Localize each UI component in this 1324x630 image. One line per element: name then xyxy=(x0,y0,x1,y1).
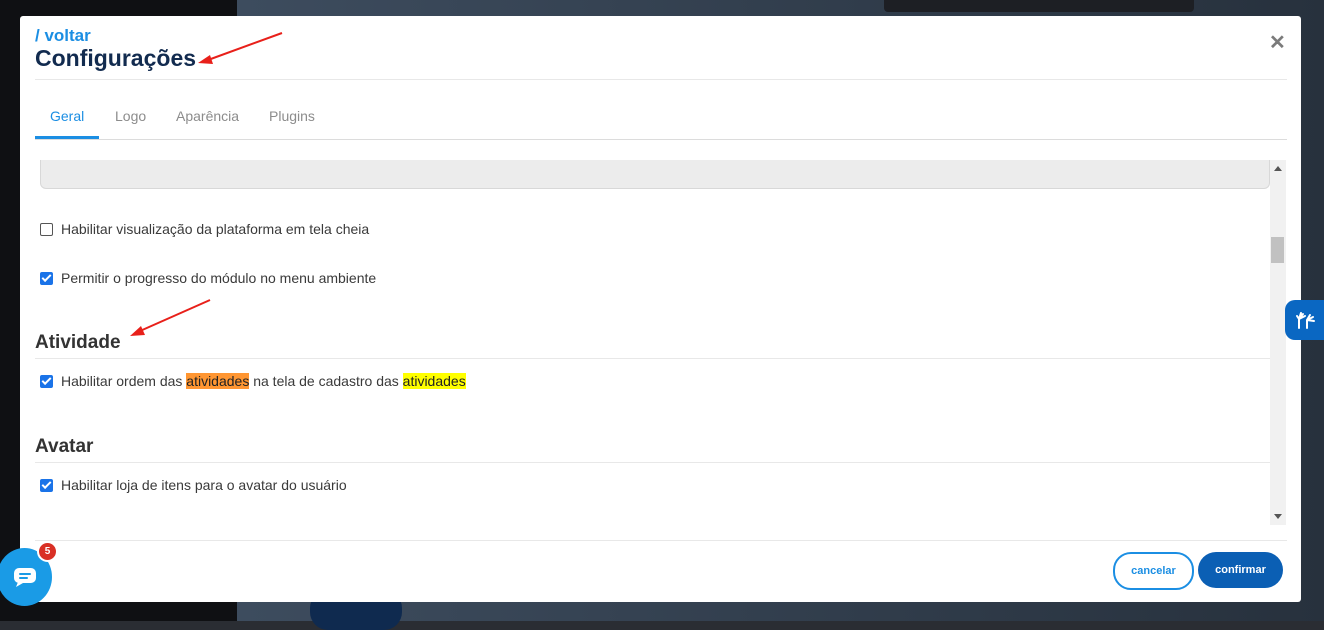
fullscreen-checkbox[interactable] xyxy=(40,222,53,236)
divider xyxy=(35,79,1287,80)
tab-plugins[interactable]: Plugins xyxy=(269,108,315,124)
option-label: Permitir o progresso do módulo no menu a… xyxy=(61,270,377,286)
background-topbar xyxy=(884,0,1194,12)
divider xyxy=(35,358,1270,359)
search-highlight-current: atividades xyxy=(186,373,250,389)
notification-badge: 5 xyxy=(37,541,58,562)
section-title-avatar: Avatar xyxy=(35,436,94,457)
option-label: Habilitar ordem das atividades na tela d… xyxy=(61,373,466,389)
tab-aparencia[interactable]: Aparência xyxy=(176,108,239,124)
back-link[interactable]: / voltar xyxy=(35,26,91,46)
close-icon[interactable]: ✕ xyxy=(1269,30,1286,55)
search-highlight: atividades xyxy=(402,373,466,389)
module-progress-checkbox[interactable] xyxy=(40,271,53,285)
tab-logo[interactable]: Logo xyxy=(115,108,146,124)
vertical-scrollbar[interactable] xyxy=(1270,160,1286,525)
option-label: Habilitar visualização da plataforma em … xyxy=(61,221,370,237)
scroll-down-arrow-icon[interactable] xyxy=(1274,514,1282,519)
activity-order-checkbox[interactable] xyxy=(40,374,53,388)
settings-scroll-area[interactable]: Habilitar visualização da plataforma em … xyxy=(35,160,1270,525)
option-activity-order[interactable]: Habilitar ordem das atividades na tela d… xyxy=(40,373,466,389)
divider xyxy=(35,462,1270,463)
cancel-button[interactable]: cancelar xyxy=(1113,552,1194,590)
scrollbar-thumb[interactable] xyxy=(1271,237,1284,263)
divider xyxy=(35,139,1287,140)
sign-language-hands-icon[interactable] xyxy=(1285,300,1324,340)
divider xyxy=(35,540,1287,541)
tab-geral[interactable]: Geral xyxy=(50,108,84,124)
section-title-atividade: Atividade xyxy=(35,332,121,353)
option-label: Habilitar loja de itens para o avatar do… xyxy=(61,477,347,493)
settings-modal: / voltar Configurações ✕ Geral Logo Apar… xyxy=(20,16,1301,602)
scroll-up-arrow-icon[interactable] xyxy=(1274,166,1282,171)
option-module-progress[interactable]: Permitir o progresso do módulo no menu a… xyxy=(40,270,376,286)
text-area-field[interactable] xyxy=(40,160,1270,189)
page-title: Configurações xyxy=(35,45,197,71)
option-fullscreen[interactable]: Habilitar visualização da plataforma em … xyxy=(40,221,369,237)
option-avatar-store[interactable]: Habilitar loja de itens para o avatar do… xyxy=(40,477,347,493)
avatar-store-checkbox[interactable] xyxy=(40,478,53,492)
confirm-button[interactable]: confirmar xyxy=(1198,552,1283,588)
